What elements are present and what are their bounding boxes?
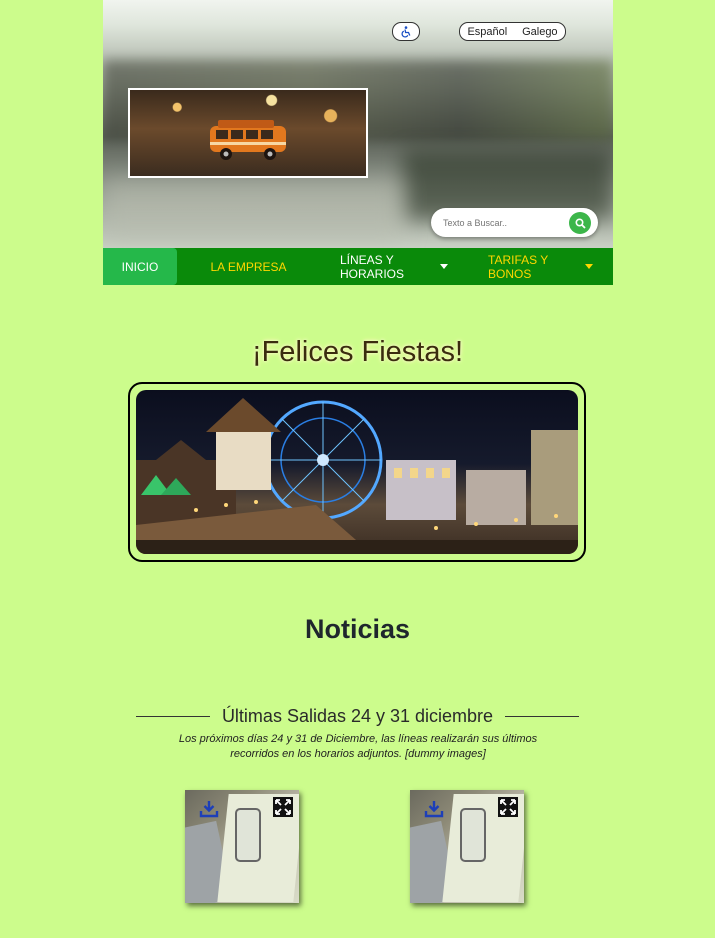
nav-item-label: LA EMPRESA xyxy=(210,259,287,274)
main-navigation: INICIO LA EMPRESA LÍNEAS Y HORARIOS TARI… xyxy=(103,248,613,285)
christmas-market-image xyxy=(136,390,578,554)
news-thumbnail[interactable] xyxy=(185,790,299,903)
nav-item-label: LÍNEAS Y HORARIOS xyxy=(340,252,405,281)
site-logo[interactable] xyxy=(128,88,368,178)
divider xyxy=(136,715,210,717)
caret-down-icon xyxy=(440,264,448,269)
language-switcher: Español Galego xyxy=(459,22,566,41)
nav-item-lineas-horarios[interactable]: LÍNEAS Y HORARIOS xyxy=(320,248,468,285)
accessibility-button[interactable] xyxy=(392,22,420,41)
download-icon[interactable] xyxy=(199,800,219,818)
expand-button[interactable] xyxy=(273,797,293,817)
news-thumbnail[interactable] xyxy=(410,790,524,903)
christmas-market-illustration xyxy=(136,398,578,554)
search-input[interactable] xyxy=(441,214,565,232)
phone-image xyxy=(460,808,486,862)
divider xyxy=(505,715,579,717)
phone-image xyxy=(235,808,261,862)
lang-es-link[interactable]: Español xyxy=(467,26,507,38)
expand-icon xyxy=(500,799,516,815)
search-icon xyxy=(574,217,586,229)
download-icon[interactable] xyxy=(424,800,444,818)
section-title: Noticias xyxy=(304,614,411,644)
nav-item-label: INICIO xyxy=(121,259,159,274)
expand-button[interactable] xyxy=(498,797,518,817)
nav-item-tarifas-bonos[interactable]: TARIFAS Y BONOS xyxy=(468,248,613,285)
news-title[interactable]: Últimas Salidas 24 y 31 diciembre xyxy=(210,706,505,727)
header-banner: Español Galego xyxy=(103,0,613,248)
holiday-greeting: ¡Felices Fiestas! xyxy=(251,336,464,368)
search-button[interactable] xyxy=(569,212,591,234)
header-background-blur xyxy=(103,180,403,240)
lang-gl-link[interactable]: Galego xyxy=(522,26,557,38)
nav-item-label: TARIFAS Y BONOS xyxy=(488,252,549,281)
search-box xyxy=(431,208,598,237)
bus-logo-image xyxy=(210,120,286,160)
news-description: Los próximos días 24 y 31 de Diciembre, … xyxy=(178,733,538,760)
nav-item-la-empresa[interactable]: LA EMPRESA xyxy=(177,248,320,285)
news-heading: Últimas Salidas 24 y 31 diciembre xyxy=(136,704,579,728)
caret-down-icon xyxy=(585,264,593,269)
expand-icon xyxy=(275,799,291,815)
holiday-banner xyxy=(128,382,586,562)
nav-item-inicio[interactable]: INICIO xyxy=(103,248,177,285)
wheelchair-icon xyxy=(401,25,411,37)
